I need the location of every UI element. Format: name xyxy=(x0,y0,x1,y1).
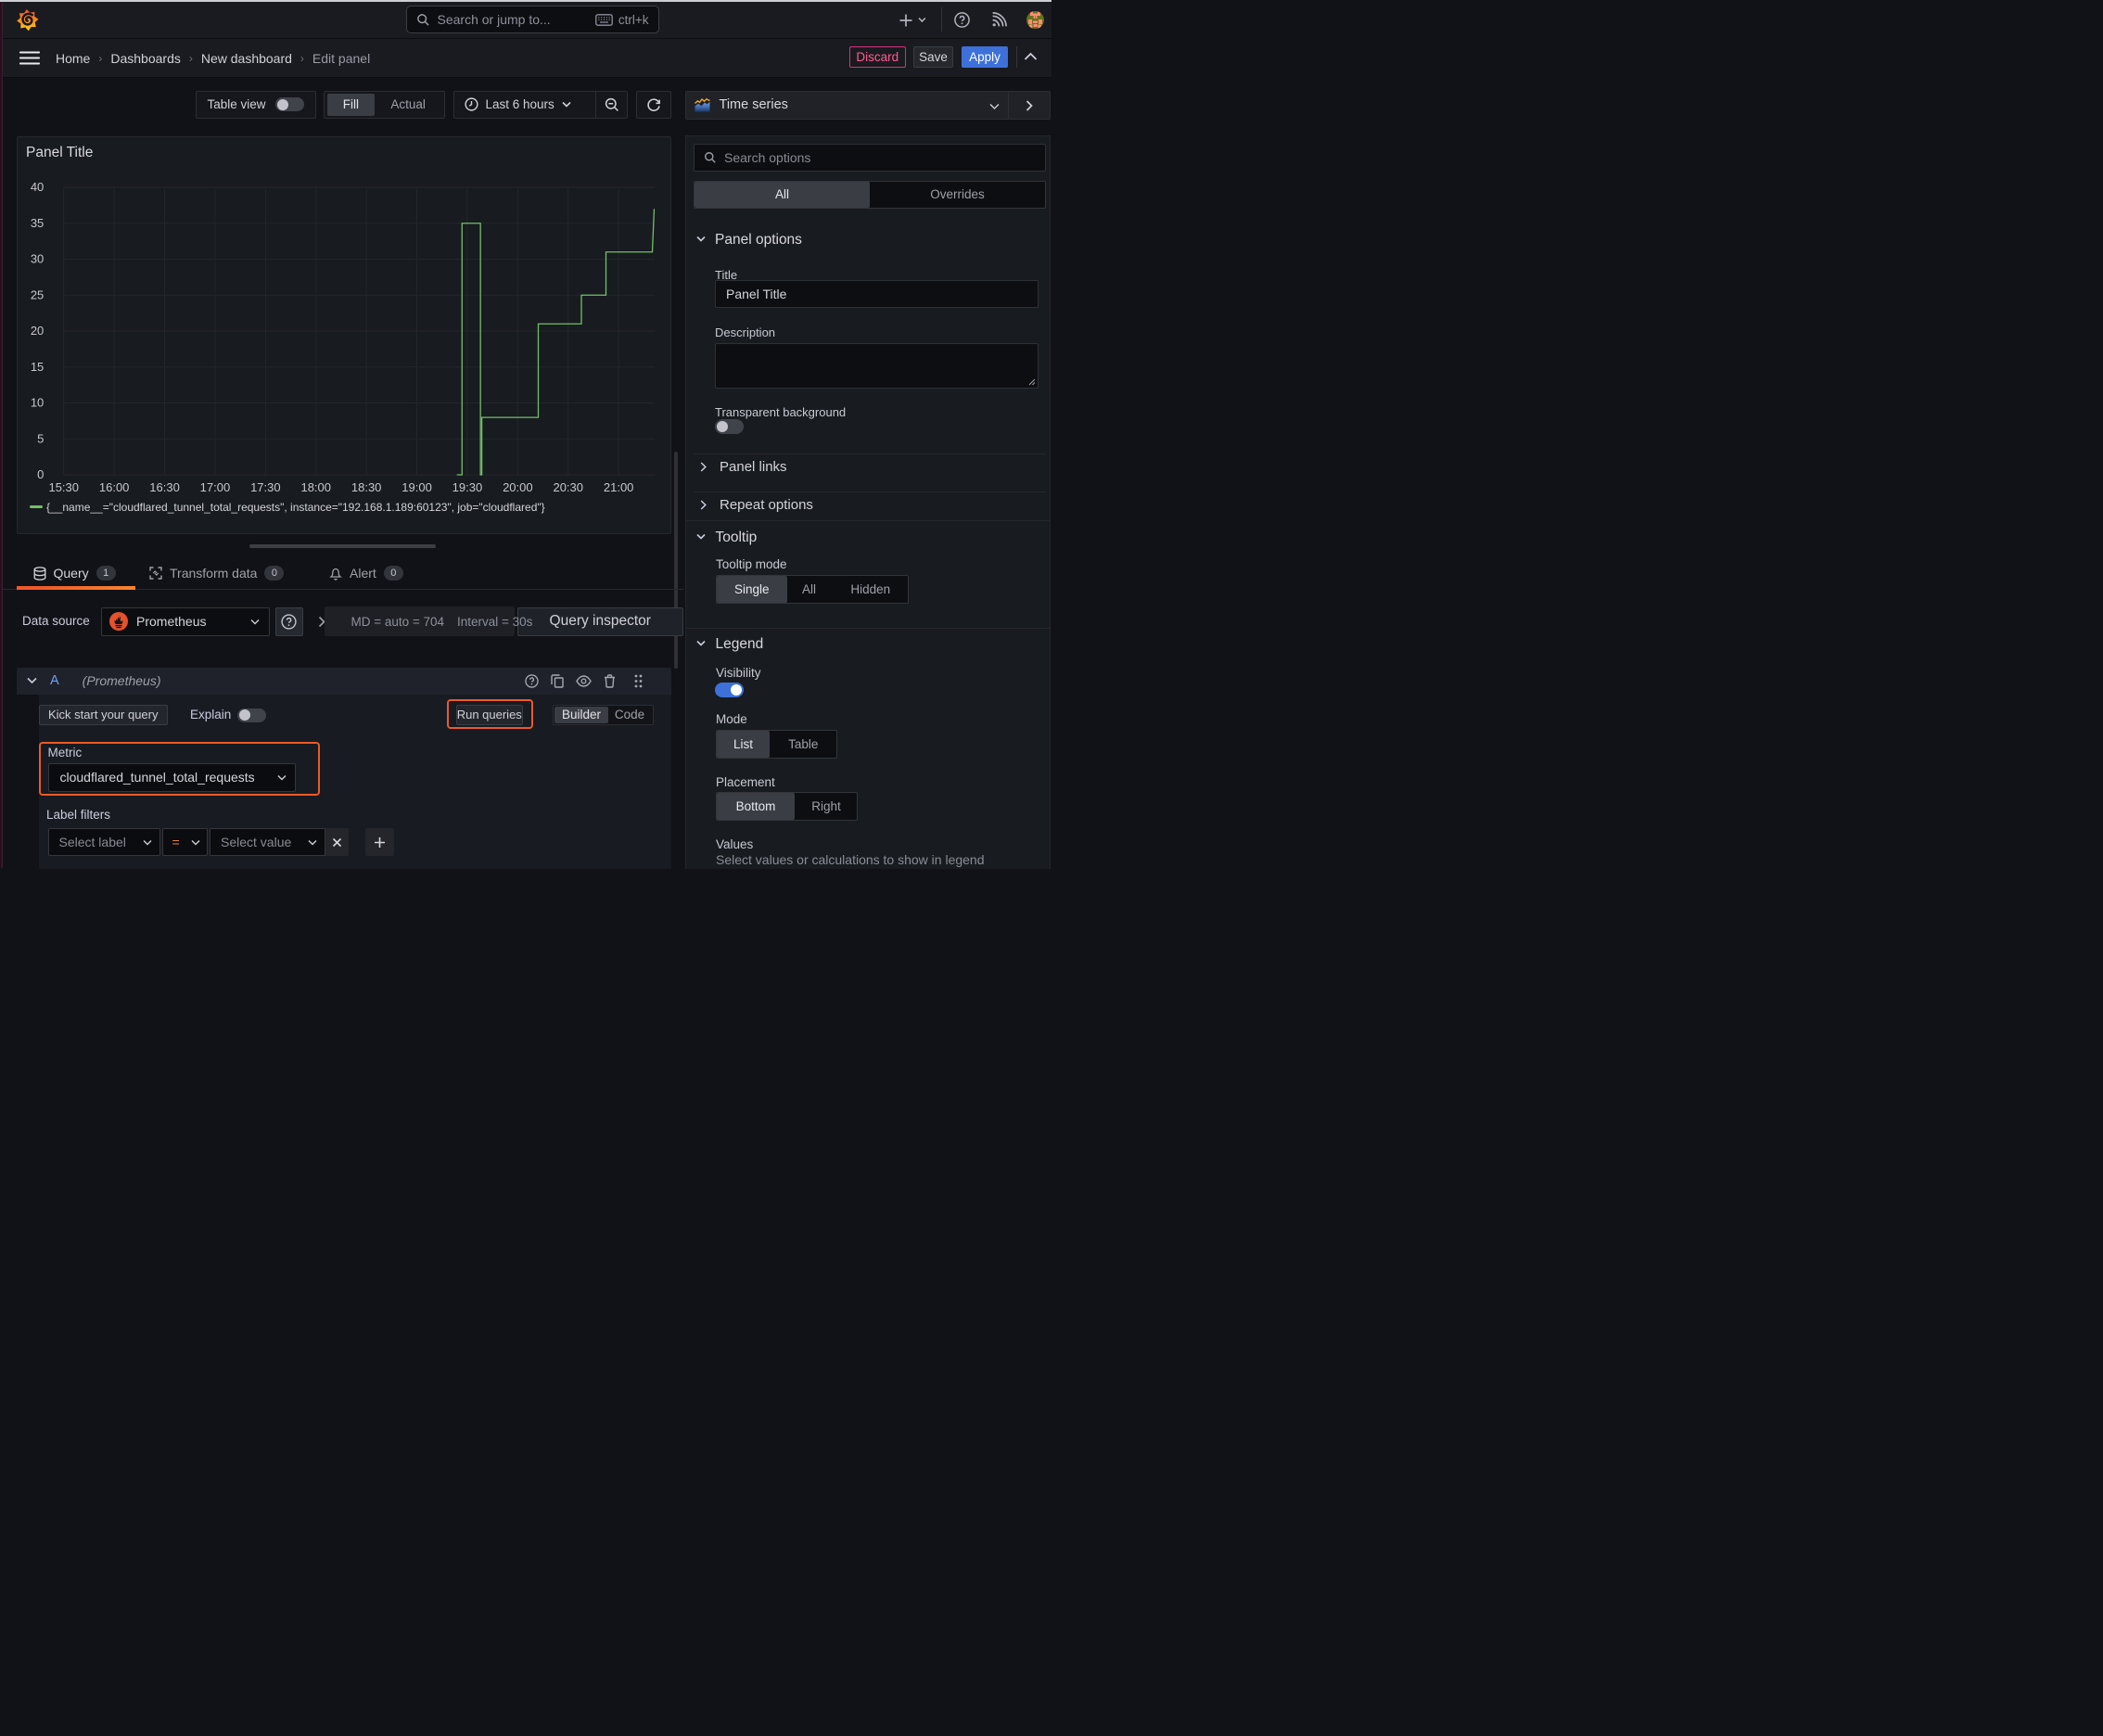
svg-text:19:00: 19:00 xyxy=(401,480,432,494)
svg-text:20: 20 xyxy=(31,324,44,338)
svg-text:18:30: 18:30 xyxy=(351,480,382,494)
svg-text:16:30: 16:30 xyxy=(149,480,180,494)
svg-text:15:30: 15:30 xyxy=(48,480,79,494)
svg-text:40: 40 xyxy=(31,180,44,194)
svg-text:18:00: 18:00 xyxy=(300,480,331,494)
svg-text:20:30: 20:30 xyxy=(553,480,583,494)
svg-text:16:00: 16:00 xyxy=(99,480,130,494)
svg-text:20:00: 20:00 xyxy=(503,480,533,494)
svg-text:19:30: 19:30 xyxy=(452,480,483,494)
svg-text:15: 15 xyxy=(31,360,44,374)
svg-text:17:00: 17:00 xyxy=(200,480,231,494)
svg-text:35: 35 xyxy=(31,216,44,230)
svg-text:25: 25 xyxy=(31,287,44,301)
svg-text:21:00: 21:00 xyxy=(604,480,634,494)
svg-text:17:30: 17:30 xyxy=(250,480,281,494)
svg-text:0: 0 xyxy=(37,467,44,481)
svg-text:30: 30 xyxy=(31,251,44,265)
svg-text:5: 5 xyxy=(37,431,44,445)
svg-text:10: 10 xyxy=(31,395,44,409)
